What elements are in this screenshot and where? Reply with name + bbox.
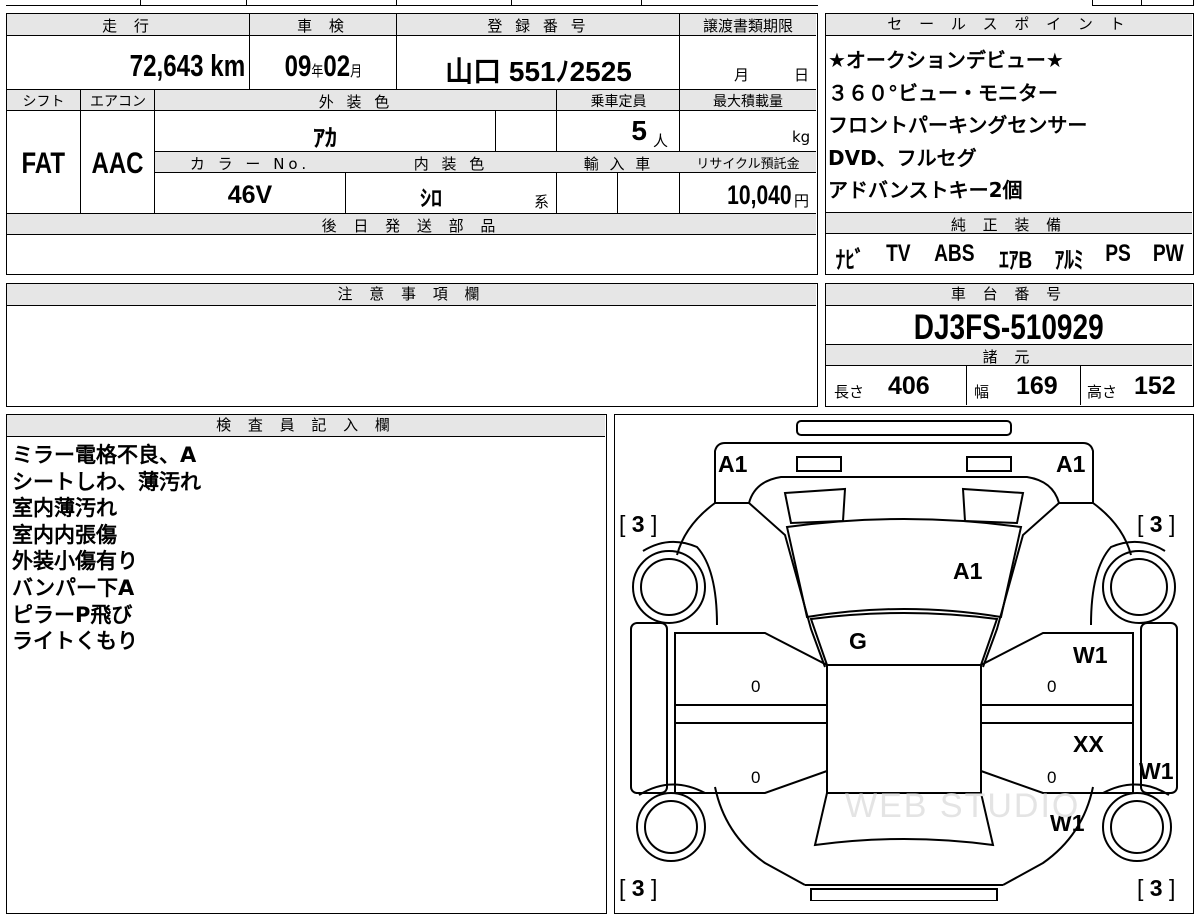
caution-label: 注 意 事 項 欄 bbox=[7, 284, 816, 306]
mileage-label: 走 行 bbox=[102, 17, 155, 35]
length-label: 長さ bbox=[834, 383, 865, 401]
interior-color-label: 内 装 色 bbox=[413, 155, 489, 173]
door-marker: 0 bbox=[1047, 768, 1057, 787]
color-no-label: カ ラ ー No. bbox=[189, 155, 311, 173]
width-value: 169 bbox=[1016, 372, 1058, 400]
inspection-value: 09年02月 bbox=[284, 50, 363, 83]
later-parts-label: 後 日 発 送 部 品 bbox=[321, 217, 502, 235]
note-line: ライトくもり bbox=[12, 629, 138, 654]
max-load-label: 最大積載量 bbox=[713, 94, 783, 110]
roof-damage: G bbox=[849, 628, 867, 654]
capacity-unit: 人 bbox=[653, 132, 669, 150]
shift-label: シフト bbox=[22, 94, 65, 110]
interior-color-value: ｼﾛ bbox=[419, 186, 442, 211]
rear-right-fender-damage: W1 bbox=[1139, 758, 1174, 784]
note-line: ミラー電格不良、A bbox=[12, 443, 197, 467]
front-right-door-damage: W1 bbox=[1073, 642, 1108, 668]
specs-label: 諸 元 bbox=[982, 348, 1036, 366]
door-marker: 0 bbox=[1047, 677, 1057, 696]
shift-value: FAT bbox=[21, 147, 66, 180]
inspector-notes-panel: 検 査 員 記 入 欄 ミラー電格不良、A シートしわ、薄汚れ 室内薄汚れ 室内… bbox=[6, 414, 607, 914]
aircon-value: AAC bbox=[91, 147, 144, 180]
length-value: 406 bbox=[888, 372, 930, 400]
height-value: 152 bbox=[1134, 372, 1176, 400]
note-line: ピラーP飛び bbox=[12, 602, 133, 627]
equipment-item: ﾅﾋﾞ bbox=[835, 247, 865, 274]
door-marker: 0 bbox=[751, 677, 761, 696]
interior-color-suffix: 系 bbox=[534, 193, 550, 211]
chassis-label: 車 台 番 号 bbox=[826, 284, 1192, 306]
mirror-left-damage: A1 bbox=[718, 451, 748, 477]
vehicle-info-table: 走 行 車 検 登 録 番 号 譲渡書類期限 72,643 km 09年02月 … bbox=[6, 13, 818, 275]
chassis-panel: 車 台 番 号 DJ3FS-510929 諸 元 長さ 406 幅 169 高さ… bbox=[825, 283, 1194, 407]
equipment-list: ﾅﾋﾞ TV ABS ｴｱB ｱﾙﾐ PS PW bbox=[832, 240, 1188, 275]
top-cut-row-right bbox=[1092, 0, 1194, 6]
top-cut-row bbox=[6, 0, 818, 6]
sales-points-panel: セ ー ル ス ポ イ ン ト ★オークションデビュー★ ３６０°ビュー・モニタ… bbox=[825, 13, 1194, 275]
width-label: 幅 bbox=[974, 383, 990, 401]
note-line: シートしわ、薄汚れ bbox=[12, 469, 201, 494]
height-label: 高さ bbox=[1087, 383, 1118, 401]
equipment-item: PS bbox=[1105, 240, 1131, 267]
mirror-right-damage: A1 bbox=[1056, 451, 1086, 477]
sales-point-line: フロントパーキングセンサー bbox=[828, 113, 1088, 137]
exterior-color-value: ｱｶ bbox=[313, 125, 337, 152]
sales-point-line: ３６０°ビュー・モニター bbox=[828, 80, 1058, 105]
import-label: 輸 入 車 bbox=[583, 155, 654, 173]
capacity-value: 5 bbox=[631, 115, 647, 146]
equipment-item: ABS bbox=[933, 240, 975, 267]
front-left-tire: [ 3 ] bbox=[619, 511, 658, 537]
equipment-item: TV bbox=[886, 240, 911, 267]
front-right-tire: [ 3 ] bbox=[1137, 511, 1176, 537]
equipment-item: ｴｱB bbox=[998, 247, 1032, 274]
sales-points-list: ★オークションデビュー★ ３６０°ビュー・モニター フロントパーキングセンサー … bbox=[828, 44, 1190, 207]
sales-point-line: DVD、フルセグ bbox=[828, 145, 977, 170]
note-line: バンパー下A bbox=[12, 575, 135, 600]
car-diagram-panel: A1 A1 A1 G W1 XX W1 W1 [ 3 ] [ 3 ] [ 3 ]… bbox=[614, 414, 1194, 914]
transfer-month-unit: 月 bbox=[734, 66, 750, 84]
door-marker: 0 bbox=[751, 768, 761, 787]
chassis-number: DJ3FS-510929 bbox=[914, 308, 1104, 347]
recycle-fee-label: リサイクル預託金 bbox=[696, 157, 800, 172]
recycle-fee-unit: 円 bbox=[794, 192, 810, 210]
rear-left-tire: [ 3 ] bbox=[619, 875, 658, 901]
inspector-notes-list: ミラー電格不良、A シートしわ、薄汚れ 室内薄汚れ 室内内張傷 外装小傷有り バ… bbox=[12, 442, 602, 655]
equipment-item: ｱﾙﾐ bbox=[1054, 247, 1084, 274]
caution-panel: 注 意 事 項 欄 bbox=[6, 283, 818, 407]
sales-points-label: セ ー ル ス ポ イ ン ト bbox=[826, 14, 1192, 36]
max-load-unit: kg bbox=[792, 128, 811, 146]
color-no-value: 46V bbox=[227, 181, 273, 209]
rear-right-door-damage: XX bbox=[1073, 731, 1104, 757]
sales-point-line: ★オークションデビュー★ bbox=[828, 48, 1064, 72]
note-line: 外装小傷有り bbox=[12, 549, 138, 574]
recycle-fee-value: 10,040 bbox=[727, 180, 792, 210]
registration-label: 登 録 番 号 bbox=[487, 17, 590, 35]
capacity-label: 乗車定員 bbox=[590, 94, 647, 110]
transfer-deadline-label: 譲渡書類期限 bbox=[702, 17, 793, 35]
note-line: 室内内張傷 bbox=[12, 522, 117, 547]
equipment-item: PW bbox=[1153, 240, 1185, 267]
windshield-damage: A1 bbox=[953, 558, 983, 584]
exterior-color-label: 外 装 色 bbox=[318, 93, 394, 111]
transfer-day-unit: 日 bbox=[794, 66, 810, 84]
note-line: 室内薄汚れ bbox=[12, 496, 117, 521]
equipment-label: 純 正 装 備 bbox=[950, 216, 1068, 234]
inspector-notes-label: 検 査 員 記 入 欄 bbox=[7, 415, 605, 437]
registration-value: 山口 551ﾉ2525 bbox=[445, 56, 632, 87]
rear-right-tire: [ 3 ] bbox=[1137, 875, 1176, 901]
sales-point-line: アドバンストキー2個 bbox=[828, 178, 1023, 202]
mileage-value: 72,643 km bbox=[129, 48, 245, 83]
aircon-label: エアコン bbox=[90, 94, 146, 110]
inspection-label: 車 検 bbox=[297, 17, 350, 35]
watermark: WEB STUDIO bbox=[845, 787, 1081, 825]
